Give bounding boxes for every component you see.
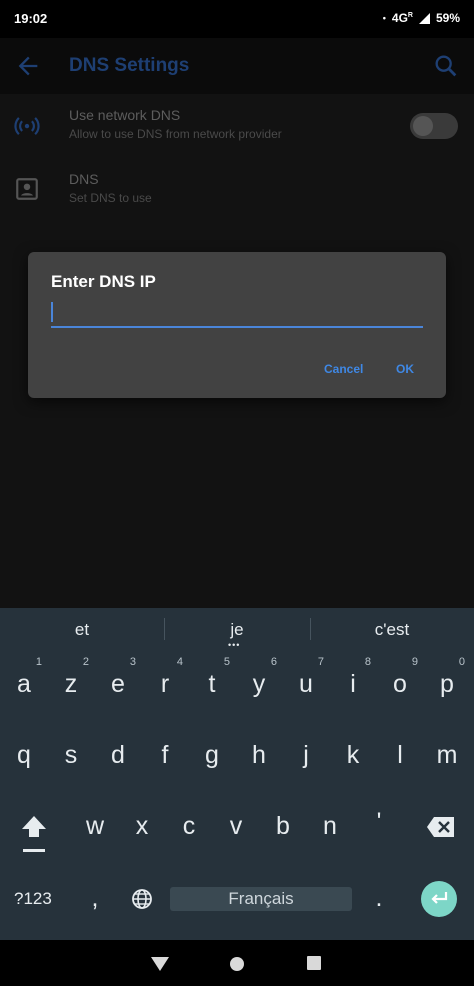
shift-icon[interactable] (18, 813, 50, 855)
network-type: 4GR (391, 11, 413, 25)
key-e[interactable]: e3 (98, 656, 138, 699)
key-i[interactable]: i8 (333, 656, 373, 699)
key-y[interactable]: y6 (239, 656, 279, 699)
signal-icon (418, 12, 430, 24)
system-nav-bar (0, 940, 474, 986)
nav-home-icon[interactable] (230, 957, 244, 971)
backspace-icon[interactable] (426, 816, 456, 838)
key-w[interactable]: w (75, 812, 115, 841)
toggle-knob (413, 116, 433, 136)
setting-dns[interactable]: DNS Set DNS to use (0, 158, 474, 222)
text-caret (51, 302, 53, 322)
key-t[interactable]: t5 (192, 656, 232, 699)
search-icon[interactable] (432, 52, 460, 80)
symbols-key[interactable]: ?123 (14, 889, 52, 909)
arrow-back-icon[interactable] (14, 52, 42, 80)
space-key[interactable]: Français (170, 887, 352, 911)
setting-title: DNS (69, 171, 99, 187)
key-z[interactable]: z2 (51, 656, 91, 699)
key-a[interactable]: a1 (4, 656, 44, 699)
key-o[interactable]: o9 (380, 656, 420, 699)
battery-level: 59% (435, 11, 460, 25)
key-q[interactable]: q (4, 741, 44, 770)
ok-button[interactable]: OK (396, 362, 414, 376)
status-indicators: • 4GR 59% (383, 11, 460, 25)
nav-back-icon[interactable] (151, 957, 169, 971)
cancel-button[interactable]: Cancel (324, 362, 363, 376)
key-b[interactable]: b (263, 812, 303, 841)
key-p[interactable]: p0 (427, 656, 467, 699)
wifi-signal-icon (14, 117, 40, 135)
page-title: DNS Settings (69, 55, 190, 76)
key-r[interactable]: r4 (145, 656, 185, 699)
suggestion-item[interactable]: et (0, 620, 164, 640)
setting-subtitle: Allow to use DNS from network provider (69, 127, 282, 141)
key-apostrophe[interactable]: ' (359, 808, 399, 837)
contact-card-icon (16, 178, 38, 200)
setting-title: Use network DNS (69, 107, 181, 123)
enter-icon (431, 892, 448, 904)
key-f[interactable]: f (145, 741, 185, 770)
key-n[interactable]: n (310, 812, 350, 841)
key-s[interactable]: s (51, 741, 91, 770)
key-c[interactable]: c (169, 812, 209, 841)
key-j[interactable]: j (286, 741, 326, 770)
suggestion-item[interactable]: je (164, 620, 310, 640)
comma-key[interactable]: , (75, 884, 115, 913)
dns-ip-input[interactable] (51, 300, 423, 328)
status-bar: 19:02 • 4GR 59% (0, 0, 474, 38)
status-time: 19:02 (14, 11, 48, 26)
key-h[interactable]: h (239, 741, 279, 770)
use-network-dns-toggle[interactable] (410, 113, 458, 139)
key-v[interactable]: v (216, 812, 256, 841)
key-m[interactable]: m (427, 741, 467, 770)
soft-keyboard: et je ••• c'est a1 z2 e3 r4 t5 y6 u7 i8 … (0, 608, 474, 940)
app-bar: DNS Settings (0, 38, 474, 94)
key-l[interactable]: l (380, 741, 420, 770)
enter-dns-dialog: Enter DNS IP Cancel OK (28, 252, 446, 398)
nav-recents-icon[interactable] (307, 956, 321, 970)
key-u[interactable]: u7 (286, 656, 326, 699)
key-x[interactable]: x (122, 812, 162, 841)
key-k[interactable]: k (333, 741, 373, 770)
period-key[interactable]: . (359, 884, 399, 913)
dialog-title: Enter DNS IP (51, 272, 156, 291)
setting-use-network-dns[interactable]: Use network DNS Allow to use DNS from ne… (0, 94, 474, 158)
suggestion-bar: et je ••• c'est (0, 608, 474, 650)
globe-icon[interactable] (131, 888, 153, 910)
key-d[interactable]: d (98, 741, 138, 770)
notification-dot: • (382, 13, 386, 23)
key-g[interactable]: g (192, 741, 232, 770)
suggestion-item[interactable]: c'est (310, 620, 474, 640)
setting-subtitle: Set DNS to use (69, 191, 152, 205)
enter-key[interactable] (421, 881, 457, 917)
more-suggestions-dots: ••• (228, 640, 241, 650)
